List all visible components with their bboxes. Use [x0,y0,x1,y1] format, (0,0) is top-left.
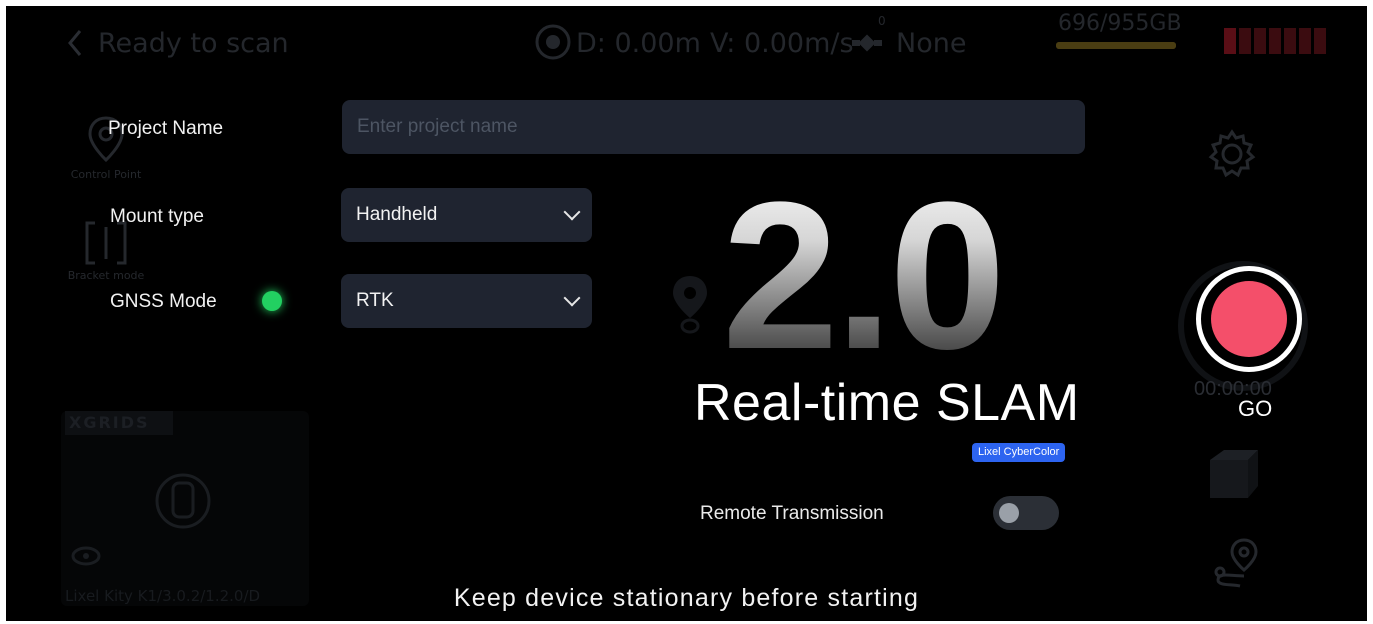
go-label: GO [1238,396,1273,421]
distance-readout: D: 0.00m [576,28,701,59]
record-status-icon [534,23,572,65]
settings-gear-icon[interactable] [1206,128,1258,184]
satellite-count: 0 [878,14,886,28]
gnss-mode-value: RTK [356,290,394,311]
eye-icon [71,546,101,566]
cube-view-icon[interactable] [1206,446,1262,506]
satellite-icon [851,28,885,62]
hero-title: Real-time SLAM [694,374,1080,432]
xgrids-logo: XGRIDS [65,411,173,435]
project-name-label: Project Name [108,118,224,139]
location-pin-icon [670,274,710,340]
toggle-knob [999,503,1019,523]
record-inner-dot [1211,281,1287,357]
sidebar-item-bracket-mode[interactable]: Bracket mode [61,221,151,291]
project-name-input[interactable] [357,100,1085,154]
device-icon [155,473,211,529]
storage-bar [1056,42,1176,49]
remote-transmission-label: Remote Transmission [700,503,884,524]
header-title: Ready to scan [98,28,289,59]
gnss-status-indicator [262,291,282,311]
chevron-down-icon [563,289,581,307]
sidebar-item-label: Control Point [70,168,142,181]
back-icon[interactable] [66,28,84,58]
sidebar-item-label: Bracket mode [67,269,145,282]
version-number: 2.0 [722,156,1072,396]
chevron-down-icon [563,203,581,221]
record-button[interactable] [1196,266,1302,372]
gnss-mode-select[interactable]: RTK [341,274,592,328]
remote-transmission-toggle[interactable] [993,496,1059,530]
gnss-mode-label: GNSS Mode [110,291,217,312]
mount-type-value: Handheld [356,204,438,225]
camera-preview: XGRIDS Lixel Kity K1/3.0.2/1.2.0/D [61,411,309,606]
project-name-field[interactable] [342,100,1085,154]
product-badge: Lixel CyberColor [972,443,1066,462]
storage-readout: 696/955GB [1058,11,1182,36]
mount-type-label: Mount type [110,206,204,227]
mount-type-select[interactable]: Handheld [341,188,592,242]
footer-message: Keep device stationary before starting [453,584,920,612]
app-screen: Ready to scan D: 0.00m V: 0.00m/s 0 None… [6,6,1367,621]
satellite-status: None [896,28,967,59]
velocity-readout: V: 0.00m/s [710,28,854,59]
battery-indicator [1224,28,1334,54]
